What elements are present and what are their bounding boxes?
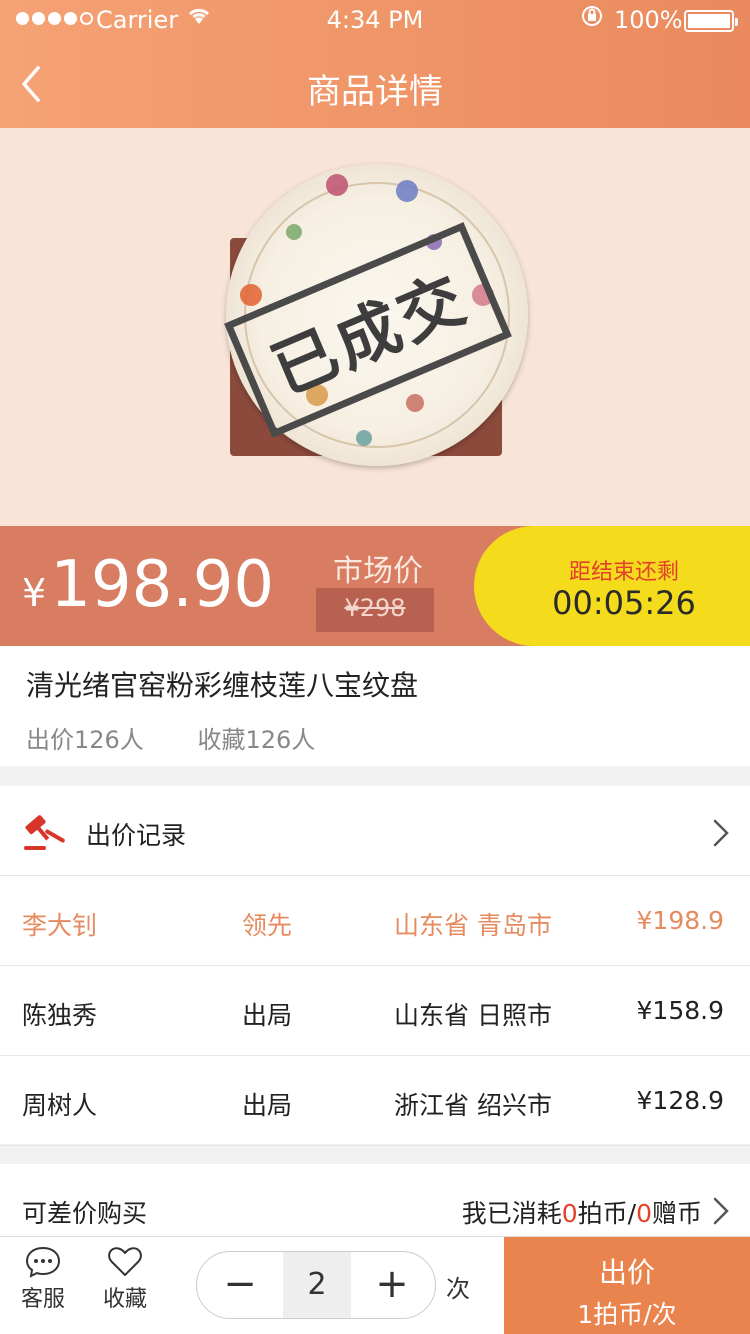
bid-record-card: 出价记录 李大钊 领先 山东省 青岛市 ¥198.9 陈独秀 出局 山东省 日照… bbox=[0, 786, 750, 1146]
product-stats: 出价126人 收藏126人 bbox=[26, 720, 361, 755]
market-price: ¥298 bbox=[344, 594, 406, 622]
price-bar: ¥198.90 市场价 ¥298 距结束还剩 00:05:26 bbox=[0, 526, 750, 646]
countdown-timer: 00:05:26 bbox=[552, 584, 696, 622]
countdown-label: 距结束还剩 bbox=[568, 560, 679, 585]
increment-button[interactable]: + bbox=[349, 1252, 435, 1318]
bid-amount: ¥198.9 bbox=[636, 906, 724, 935]
quantity-value[interactable]: 2 bbox=[283, 1252, 351, 1318]
header: Carrier 4:34 PM 100% 商品详情 bbox=[0, 0, 750, 128]
battery-icon bbox=[684, 10, 738, 32]
decrement-button[interactable]: − bbox=[197, 1252, 283, 1318]
bid-amount: ¥128.9 bbox=[636, 1086, 724, 1115]
bid-record-header[interactable]: 出价记录 bbox=[0, 786, 750, 876]
status-bar: Carrier 4:34 PM 100% bbox=[0, 0, 750, 40]
bottom-bar: 客服 收藏 − 2 + 次 出价 1拍币/次 bbox=[0, 1236, 750, 1334]
bid-button[interactable]: 出价 1拍币/次 bbox=[504, 1237, 750, 1334]
screen: Carrier 4:34 PM 100% 商品详情 已成交 ¥198.90 市场… bbox=[0, 0, 750, 1334]
favorite-button[interactable]: 收藏 bbox=[90, 1245, 160, 1313]
quantity-unit: 次 bbox=[446, 1275, 470, 1303]
product-info: 清光绪官窑粉彩缠枝莲八宝纹盘 出价126人 收藏126人 bbox=[0, 646, 750, 766]
product-title: 清光绪官窑粉彩缠枝莲八宝纹盘 bbox=[26, 669, 419, 702]
current-price: ¥198.90 bbox=[22, 548, 275, 622]
rotation-lock-icon bbox=[580, 4, 604, 34]
bid-status: 领先 bbox=[242, 911, 293, 940]
customer-service-button[interactable]: 客服 bbox=[8, 1245, 78, 1313]
bid-row: 李大钊 领先 山东省 青岛市 ¥198.9 bbox=[0, 876, 750, 966]
bid-status: 出局 bbox=[242, 1001, 293, 1030]
heart-icon bbox=[108, 1247, 142, 1276]
favorite-label: 收藏 bbox=[102, 1287, 147, 1312]
market-price-label: 市场价 bbox=[333, 554, 423, 589]
bid-button-cost: 1拍币/次 bbox=[577, 1300, 677, 1329]
bid-count: 出价126人 bbox=[26, 726, 144, 754]
bid-row: 陈独秀 出局 山东省 日照市 ¥158.9 bbox=[0, 966, 750, 1056]
bidder-location: 山东省 日照市 bbox=[394, 1001, 552, 1030]
bidder-name: 周树人 bbox=[22, 1091, 98, 1120]
bid-status: 出局 bbox=[242, 1091, 293, 1120]
bid-row: 周树人 出局 浙江省 绍兴市 ¥128.9 bbox=[0, 1056, 750, 1146]
gavel-icon bbox=[24, 815, 65, 850]
bidder-name: 李大钊 bbox=[22, 911, 98, 940]
quantity-stepper: − 2 + bbox=[196, 1251, 436, 1319]
bidder-name: 陈独秀 bbox=[22, 1001, 98, 1030]
chat-icon bbox=[25, 1246, 61, 1278]
chevron-right-icon bbox=[713, 819, 729, 847]
bidder-location: 山东省 青岛市 bbox=[394, 911, 552, 940]
bid-button-label: 出价 bbox=[598, 1256, 655, 1289]
diff-buy-label: 可差价购买 bbox=[22, 1199, 148, 1228]
page-title: 商品详情 bbox=[307, 72, 443, 112]
battery-percent: 100% bbox=[614, 6, 683, 34]
bid-record-title: 出价记录 bbox=[86, 821, 187, 850]
favorite-count: 收藏126人 bbox=[197, 726, 316, 754]
customer-service-label: 客服 bbox=[20, 1287, 65, 1312]
bidder-location: 浙江省 绍兴市 bbox=[394, 1091, 552, 1120]
product-image[interactable]: 已成交 bbox=[0, 128, 750, 526]
bid-amount: ¥158.9 bbox=[636, 996, 724, 1025]
chevron-right-icon bbox=[713, 1197, 729, 1225]
consumed-coins: 我已消耗0拍币/0赠币 bbox=[461, 1199, 702, 1228]
